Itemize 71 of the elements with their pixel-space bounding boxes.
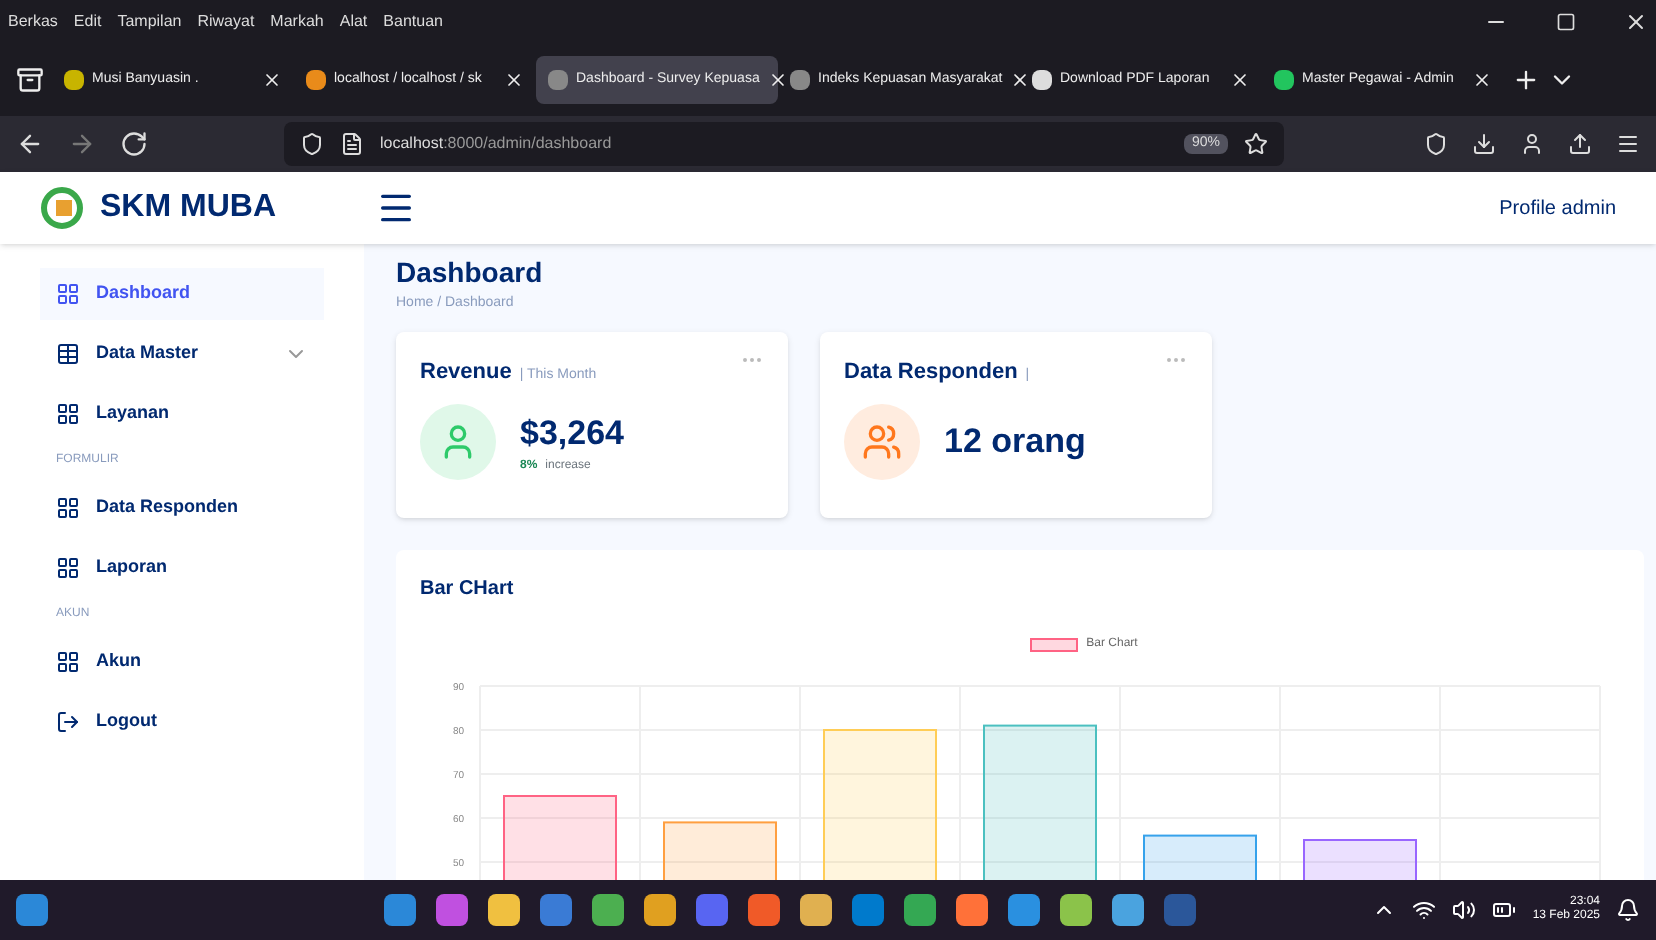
page-title: Dashboard: [396, 254, 545, 292]
taskbar-app-icon[interactable]: [436, 894, 469, 926]
menu-item[interactable]: Bantuan: [383, 10, 443, 34]
sidebar-item[interactable]: Data Master: [40, 328, 324, 380]
grid-icon: [56, 556, 80, 580]
grid-icon: [56, 650, 80, 674]
taskbar-app-icon[interactable]: [540, 894, 573, 926]
menu-item[interactable]: Riwayat: [197, 10, 255, 34]
sidebar-item[interactable]: Logout: [40, 696, 324, 748]
maximize-icon[interactable]: [1556, 12, 1576, 32]
close-tab-icon[interactable]: [504, 70, 524, 90]
account-icon[interactable]: [1520, 132, 1544, 156]
table-icon: [56, 342, 80, 366]
logo-icon: [40, 186, 84, 230]
taskbar-app-icon[interactable]: [748, 894, 781, 926]
card-value: 12 orang: [944, 420, 1086, 465]
taskbar-app-icon[interactable]: [488, 894, 521, 926]
brand-name[interactable]: SKM MUBA: [100, 184, 276, 232]
taskbar-app-icon[interactable]: [800, 894, 833, 926]
card-title: Data Responden: [844, 357, 1018, 387]
sidebar-item[interactable]: Data Responden: [40, 482, 324, 534]
taskbar-app-icon[interactable]: [1060, 894, 1093, 926]
taskbar-app-icon[interactable]: [1008, 894, 1041, 926]
url-text: localhost:8000/admin/dashboard: [380, 132, 612, 156]
notification-icon[interactable]: [1616, 898, 1641, 922]
battery-icon[interactable]: [1492, 898, 1517, 922]
profile-link[interactable]: Profile admin: [1499, 193, 1616, 223]
widgets-icon[interactable]: [16, 894, 48, 926]
menu-icon[interactable]: [1616, 132, 1640, 156]
shield-icon[interactable]: [1424, 132, 1448, 156]
card-title: Revenue: [420, 357, 512, 387]
bookmark-star-icon[interactable]: [1244, 132, 1268, 156]
taskbar-app-icon[interactable]: [384, 894, 417, 926]
grid-icon: [56, 496, 80, 520]
sidebar-item[interactable]: Akun: [40, 636, 324, 688]
grid-icon: [56, 282, 80, 306]
grid-icon: [56, 402, 80, 426]
reload-icon[interactable]: [120, 130, 148, 158]
speaker-icon[interactable]: [1452, 898, 1477, 922]
close-tab-icon[interactable]: [1472, 70, 1492, 90]
menu-item[interactable]: Berkas: [8, 10, 58, 34]
taskbar-app-icon[interactable]: [1112, 894, 1145, 926]
new-tab-icon[interactable]: [1512, 66, 1540, 94]
menu-item[interactable]: Tampilan: [117, 10, 182, 34]
sidebar-item[interactable]: Laporan: [40, 542, 324, 594]
close-tab-icon[interactable]: [767, 70, 788, 90]
page-icon: [340, 132, 364, 156]
sidebar-item[interactable]: Dashboard: [40, 268, 324, 320]
download-icon[interactable]: [1472, 132, 1496, 156]
card-value: $3,264: [520, 411, 624, 456]
close-tab-icon[interactable]: [262, 70, 282, 90]
chart-title: Bar CHart: [420, 575, 516, 603]
close-icon[interactable]: [1624, 10, 1648, 34]
forward-icon[interactable]: [68, 130, 96, 158]
legend-swatch: [1030, 637, 1079, 651]
logout-icon: [56, 710, 80, 734]
tab-list-icon[interactable]: [16, 66, 44, 94]
menu-item[interactable]: Edit: [73, 10, 102, 34]
menu-item[interactable]: Markah: [270, 10, 324, 34]
menu-item[interactable]: Alat: [339, 10, 368, 34]
close-tab-icon[interactable]: [1230, 70, 1250, 90]
people-icon: [862, 422, 902, 462]
taskbar-app-icon[interactable]: [956, 894, 989, 926]
back-icon[interactable]: [16, 130, 44, 158]
shield-icon: [300, 132, 324, 156]
sidebar-item[interactable]: Layanan: [40, 388, 324, 440]
taskbar-app-icon[interactable]: [904, 894, 937, 926]
close-tab-icon[interactable]: [1010, 70, 1031, 90]
taskbar-app-icon[interactable]: [644, 894, 677, 926]
share-icon[interactable]: [1568, 132, 1592, 156]
taskbar-app-icon[interactable]: [592, 894, 625, 926]
